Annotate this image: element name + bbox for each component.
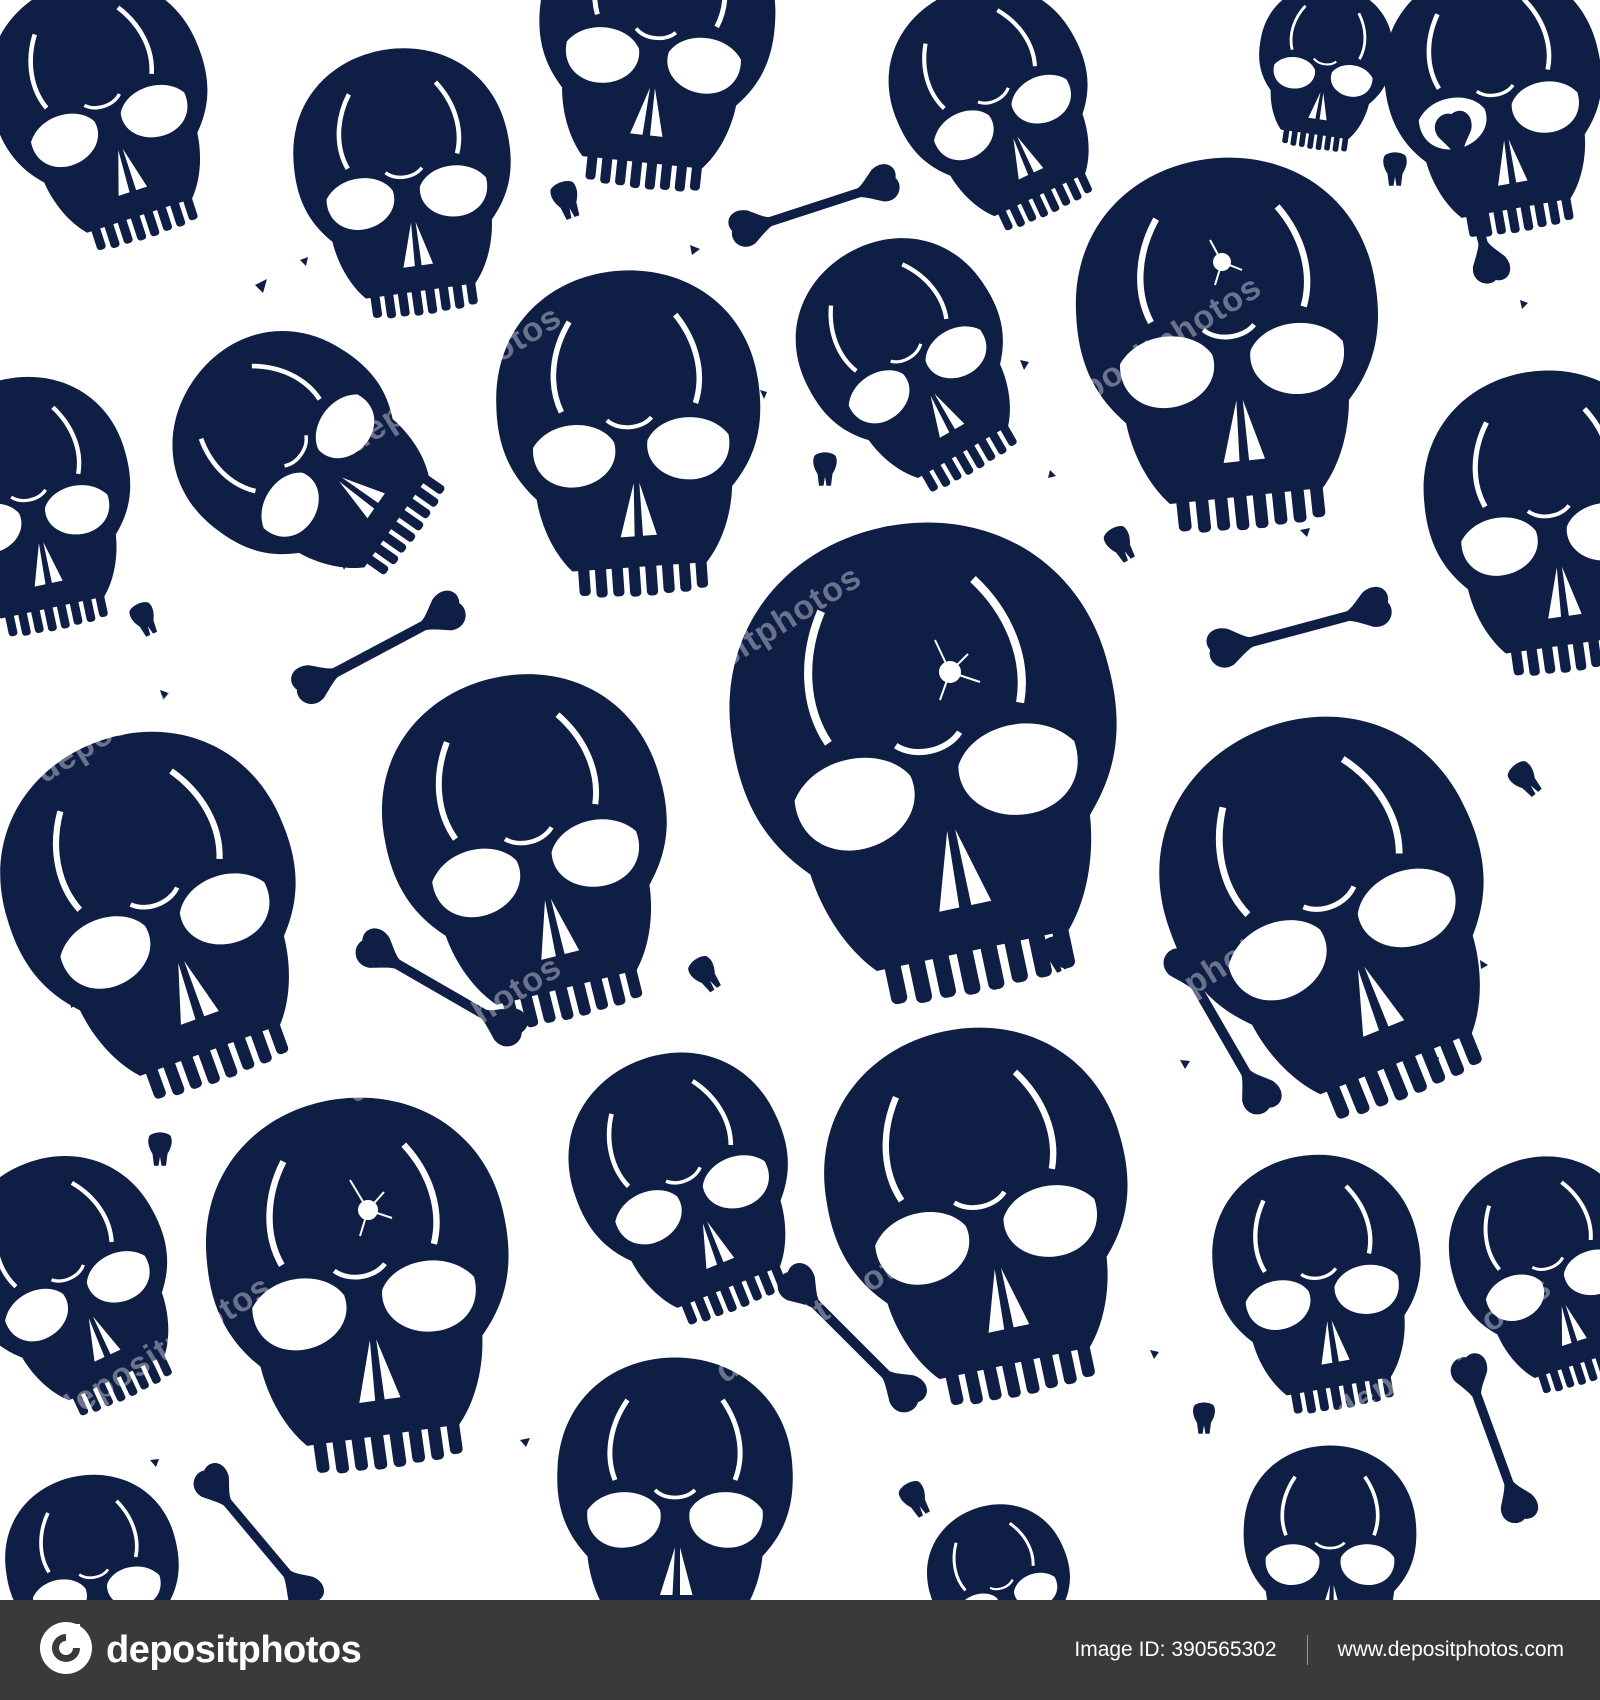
- skull-pattern-artwork: depositphotos depositphotos depositphotos d…: [0, 0, 1600, 1600]
- brand[interactable]: depositphotos: [38, 1620, 362, 1681]
- image-id-value: 390565302: [1171, 1638, 1277, 1661]
- footer-divider: [1306, 1635, 1308, 1665]
- depositphotos-logo-icon: [38, 1620, 94, 1681]
- footer-bar: depositphotos Image ID: 390565302 www.de…: [0, 1600, 1600, 1700]
- site-url[interactable]: www.depositphotos.com: [1338, 1638, 1564, 1662]
- skull-pattern-svg: [0, 0, 1600, 1600]
- image-id-label: Image ID:: [1074, 1638, 1166, 1661]
- brand-name: depositphotos: [106, 1628, 362, 1671]
- image-id: Image ID: 390565302: [1074, 1638, 1276, 1662]
